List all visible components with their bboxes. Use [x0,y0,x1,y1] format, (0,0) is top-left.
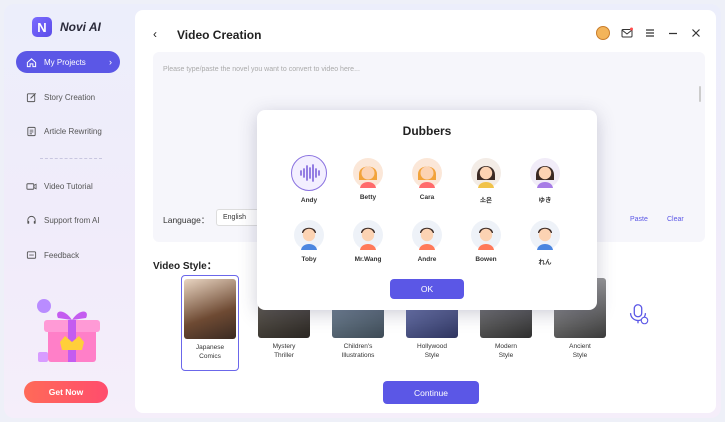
dubber-cara[interactable]: Cara [402,158,452,201]
document-icon [26,126,37,137]
video-style-label: Video Style： [153,261,217,272]
menu-icon[interactable] [644,27,656,39]
style-caption: Modern Style [494,343,518,359]
dubber-name: Cara [419,194,435,201]
male-avatar-icon [471,220,501,250]
sidebar-item-my-projects[interactable]: My Projects › [16,51,120,73]
chevron-right-icon: › [109,57,112,67]
editor-scrollbar[interactable] [699,86,701,102]
home-icon [26,57,37,68]
style-card-japanese-comics[interactable]: Japanese Comics [181,275,239,371]
ok-button[interactable]: OK [390,279,464,299]
style-caption: Mystery Thriller [272,343,296,359]
sidebar-item-video-tutorial[interactable]: Video Tutorial [16,175,120,197]
minimize-icon[interactable] [667,27,679,39]
continue-button[interactable]: Continue [383,381,479,404]
male-avatar-icon [530,220,560,250]
gift-box-illustration [34,294,110,366]
dubber-ren[interactable]: れん [520,220,570,266]
dubber-name: Andre [417,256,437,263]
headset-icon [26,215,37,226]
sidebar-item-label: Story Creation [44,92,96,102]
female-avatar-icon [412,158,442,188]
sidebar-item-label: Video Tutorial [44,181,93,191]
app-name: Novi AI [60,20,101,34]
dubber-name: Bowen [475,256,497,263]
novel-input-placeholder: Please type/paste the novel you want to … [163,66,360,73]
sidebar-item-label: Support from AI [44,215,100,225]
dubber-yuki[interactable]: ゆき [520,158,570,204]
close-icon[interactable] [690,27,702,39]
dubber-andy[interactable]: Andy [284,155,334,204]
sidebar-divider [40,158,102,159]
sidebar-item-story-creation[interactable]: Story Creation [16,86,120,108]
get-now-button[interactable]: Get Now [24,381,108,403]
language-label: Language： [163,215,210,225]
dubber-mr-wang[interactable]: Mr.Wang [343,220,393,263]
dubber-name: Andy [300,197,318,204]
style-caption: Ancient Style [569,343,591,359]
app-logo: N Novi AI [32,17,101,37]
edit-icon [26,92,37,103]
dubber-betty[interactable]: Betty [343,158,393,201]
sidebar-item-label: Feedback [44,250,80,260]
style-caption: Hollywood Style [417,343,447,359]
style-caption: Japanese Comics [195,344,225,360]
sidebar-item-support-from-ai[interactable]: Support from AI [16,209,120,231]
user-avatar[interactable] [596,26,610,40]
sidebar-item-article-rewriting[interactable]: Article Rewriting [16,120,120,142]
sidebar-item-feedback[interactable]: Feedback [16,244,120,266]
sound-wave-icon [291,155,327,191]
female-avatar-icon [353,158,383,188]
video-icon [26,181,37,192]
feedback-icon [26,250,37,261]
dubber-andre[interactable]: Andre [402,220,452,263]
dubber-name: 소은 [480,197,492,204]
dubber-name: Toby [301,256,317,263]
dubber-name: Mr.Wang [354,256,382,263]
dubber-name: Betty [359,194,377,201]
female-avatar-icon [530,158,560,188]
style-caption: Children's Illustrations [341,343,375,359]
sidebar-item-label: My Projects [44,57,86,67]
male-avatar-icon [353,220,383,250]
dubber-toby[interactable]: Toby [284,220,334,263]
logo-mark: N [32,17,52,37]
style-thumbnail [184,279,236,339]
clear-button[interactable]: Clear [667,216,684,223]
paste-button[interactable]: Paste [630,216,648,223]
dialog-title: Dubbers [402,124,452,138]
female-avatar-icon [471,158,501,188]
dubber-name: ゆき [538,197,552,204]
mail-icon[interactable] [621,27,633,39]
sidebar: N Novi AI My Projects › Story Creation A… [4,4,134,418]
voice-clone-icon[interactable] [624,300,652,328]
back-icon[interactable]: ‹ [153,27,157,41]
male-avatar-icon [412,220,442,250]
dubber-name: れん [538,259,552,266]
dubbers-dialog: Dubbers Andy Betty Cara 소은 ゆき Toby Mr.Wa… [257,110,597,310]
page-title: Video Creation [177,28,262,42]
topbar-controls [596,26,702,40]
dubber-soeun[interactable]: 소은 [461,158,511,204]
male-avatar-icon [294,220,324,250]
sidebar-item-label: Article Rewriting [44,126,102,136]
dubber-bowen[interactable]: Bowen [461,220,511,263]
